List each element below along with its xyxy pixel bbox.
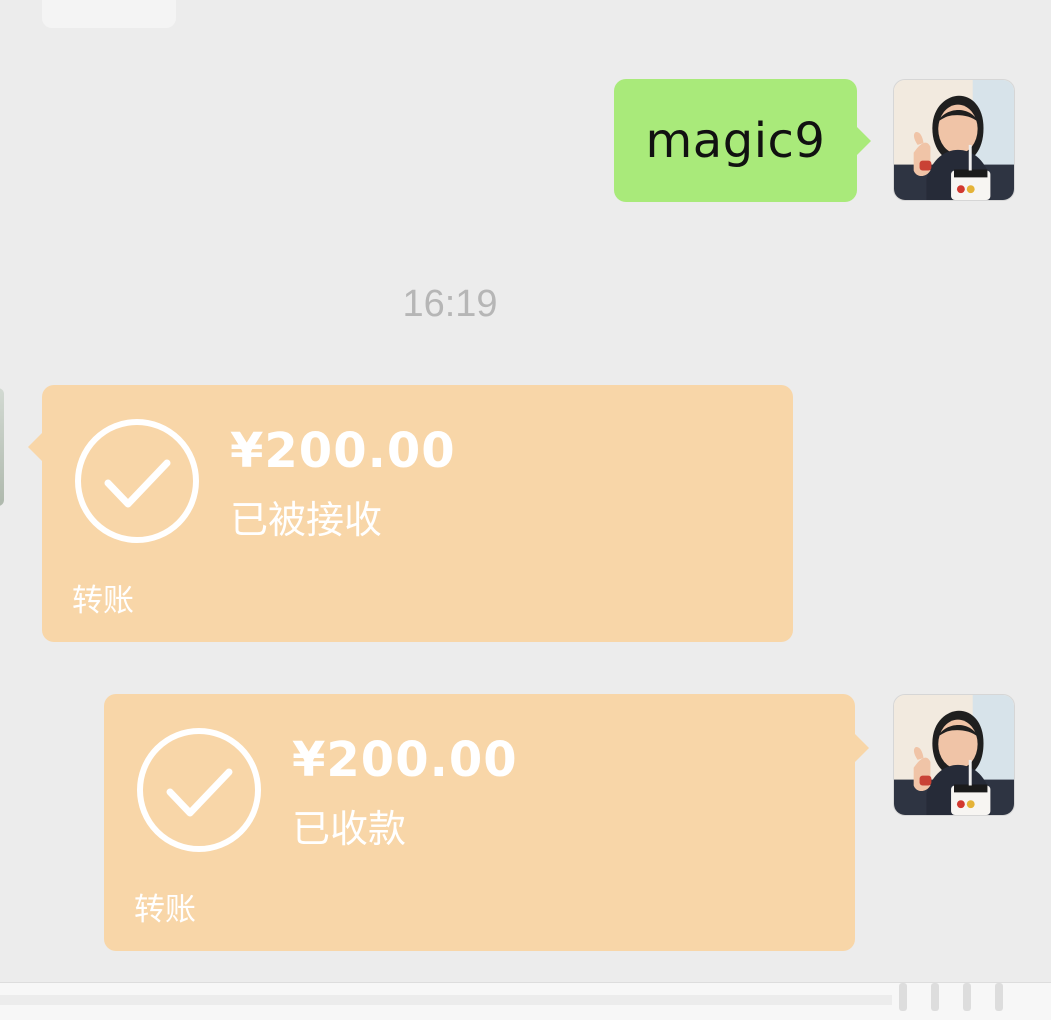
bottom-controls[interactable] <box>899 983 1039 1011</box>
message-timestamp: 16:19 <box>402 283 498 325</box>
transfer-status: 已收款 <box>292 807 407 851</box>
previous-message-bubble[interactable] <box>42 0 176 28</box>
transfer-status: 已被接收 <box>230 498 383 542</box>
check-circle-icon <box>72 416 202 546</box>
text-message-content: magic9 <box>645 112 826 169</box>
transfer-card-received[interactable]: ¥200.00 已被接收 转账 <box>28 385 793 642</box>
avatar-photo <box>894 80 1014 200</box>
transfer-amount: ¥200.00 <box>292 732 518 788</box>
bottom-input-bar <box>0 982 1051 1020</box>
user-avatar[interactable] <box>893 79 1015 201</box>
transfer-amount: ¥200.00 <box>230 423 456 479</box>
avatar-photo <box>894 695 1014 815</box>
user-avatar[interactable] <box>893 694 1015 816</box>
check-circle-icon <box>134 725 264 855</box>
contact-avatar[interactable] <box>0 388 4 506</box>
text-message-bubble[interactable]: magic9 <box>614 79 871 202</box>
bottom-divider <box>0 995 892 1005</box>
transfer-card-collected[interactable]: ¥200.00 已收款 转账 <box>104 694 869 951</box>
transfer-footer-label: 转账 <box>134 892 196 928</box>
transfer-footer-label: 转账 <box>72 583 134 619</box>
